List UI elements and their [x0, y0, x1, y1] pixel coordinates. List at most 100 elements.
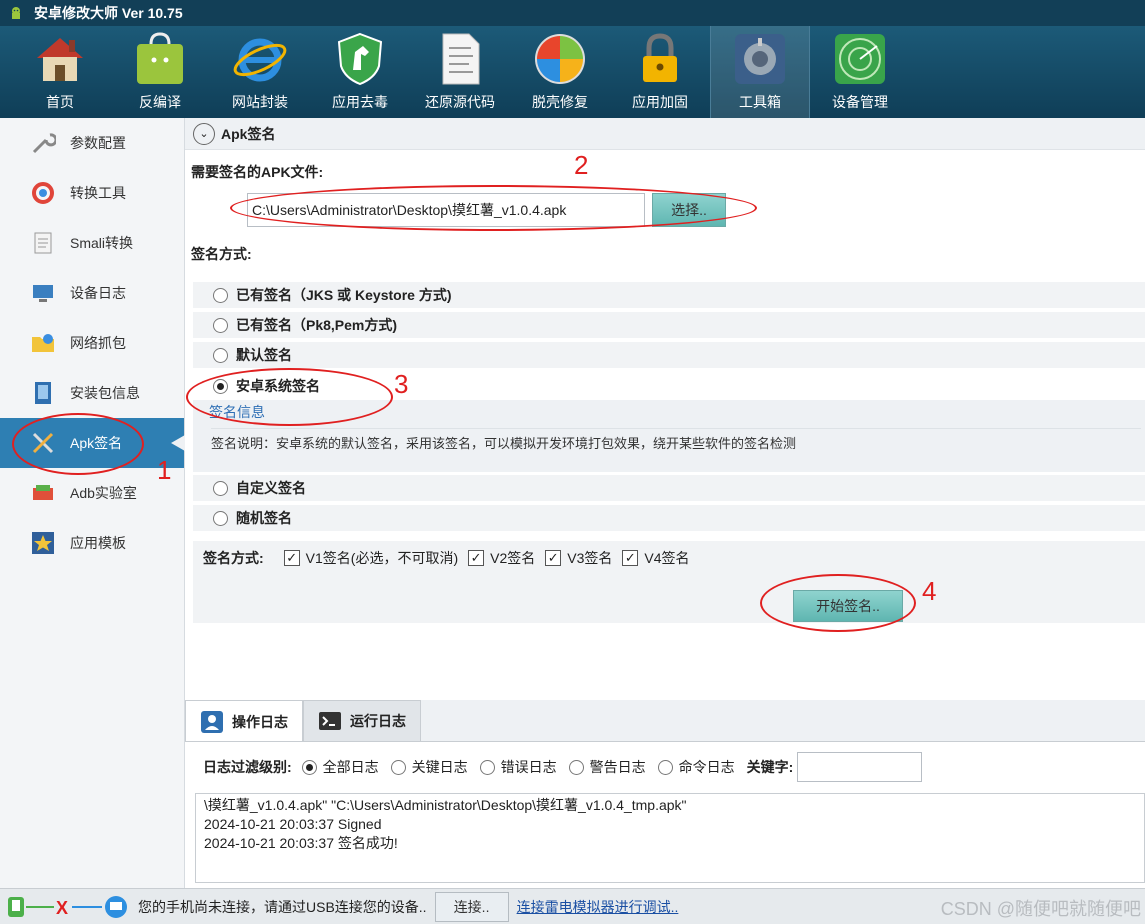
option-system[interactable]: 安卓系统签名 [193, 373, 1145, 399]
toolbar-toolbox[interactable]: 工具箱 [710, 26, 810, 118]
scheme-v4[interactable]: ✓ V4签名 [622, 548, 690, 568]
toolbar-unpack-repair[interactable]: 脱壳修复 [510, 26, 610, 118]
log-filter-row: 日志过滤级别: 全部日志 关键日志 错误日志 警告日志 命令日志 关键字: [203, 752, 923, 782]
toolbar-home-label: 首页 [46, 94, 74, 110]
emulator-link[interactable]: 连接雷电模拟器进行调试.. [517, 897, 679, 917]
check-icon[interactable]: ✓ [283, 550, 300, 566]
tab-run-log[interactable]: 运行日志 [303, 700, 421, 742]
collapse-button[interactable]: ⌄ [193, 122, 215, 145]
scheme-label: 签名方式: [203, 550, 264, 566]
check-icon[interactable]: ✓ [468, 550, 485, 566]
scheme-v1[interactable]: ✓ V1签名(必选，不可取消) [283, 548, 458, 568]
annotation-number-2: 2 [574, 150, 589, 180]
toolbar-harden[interactable]: 应用加固 [610, 26, 710, 118]
option-label: 随机签名 [236, 510, 292, 526]
sidebar-item-label: 安装包信息 [70, 385, 140, 401]
radio-button[interactable] [213, 317, 228, 333]
filter-warning[interactable]: 警告日志 [568, 757, 646, 777]
start-sign-button[interactable]: 开始签名.. [793, 590, 903, 622]
apk-path-input[interactable]: C:\Users\Administrator\Desktop\摸红薯_v1.0.… [247, 193, 645, 227]
sidebar-item-template[interactable]: 应用模板 [0, 518, 184, 568]
toolbar-device-manager[interactable]: 设备管理 [810, 26, 910, 118]
radio-button[interactable] [213, 510, 228, 526]
toolbar-toolbox-label: 工具箱 [739, 94, 781, 110]
radio-button[interactable] [213, 347, 228, 363]
ie-browser-icon [233, 38, 287, 82]
option-pk8[interactable]: 已有签名（Pk8,Pem方式) [193, 312, 1145, 338]
check-icon[interactable]: ✓ [622, 550, 639, 566]
radar-icon [835, 34, 885, 84]
filter-label: 日志过滤级别: [203, 759, 292, 775]
filter-all[interactable]: 全部日志 [301, 757, 379, 777]
sidebar-item-label: 转换工具 [70, 185, 126, 201]
sidebar-item-smali[interactable]: Smali转换 [0, 218, 184, 268]
home-icon [37, 38, 83, 81]
signature-info-title: 签名信息 [209, 404, 265, 420]
tab-label: 操作日志 [232, 713, 288, 730]
option-custom[interactable]: 自定义签名 [193, 475, 1145, 501]
sidebar-item-package-info[interactable]: 安装包信息 [0, 368, 184, 418]
option-label: 已有签名（JKS 或 Keystore 方式) [236, 287, 452, 303]
toolbar-unpack-repair-label: 脱壳修复 [532, 94, 588, 110]
apk-file-label: 需要签名的APK文件: [191, 164, 324, 180]
main-toolbar: 首页 反编译 网站封装 应用去毒 还原源代码 脱壳修复 应用加固 工具箱 设备管… [0, 26, 1145, 118]
radio-button[interactable] [568, 759, 584, 775]
radio-button[interactable] [479, 759, 495, 775]
radio-button[interactable] [390, 759, 406, 775]
option-label: 安卓系统签名 [236, 378, 320, 394]
toolbar-restore-source[interactable]: 还原源代码 [410, 26, 510, 118]
terminal-icon [319, 712, 341, 730]
svg-text:X: X [56, 898, 68, 918]
radio-button-selected[interactable] [301, 759, 317, 775]
convert-ring-icon [32, 182, 54, 204]
watermark: CSDN @随便吧就随便吧 [940, 899, 1141, 919]
sidebar-item-device-log[interactable]: 设备日志 [0, 268, 184, 318]
network-folder-icon [32, 334, 54, 352]
status-bar: X 您的手机尚未连接，请通过USB连接您的设备.. 连接.. 连接雷电模拟器进行… [0, 888, 1145, 924]
toolbar-restore-source-label: 还原源代码 [425, 94, 495, 110]
toolbar-antivirus[interactable]: 应用去毒 [310, 26, 410, 118]
radio-button[interactable] [657, 759, 673, 775]
windows-ball-icon [535, 34, 585, 84]
tab-operation-log[interactable]: 操作日志 [185, 700, 303, 742]
choose-file-button[interactable]: 选择.. [652, 193, 726, 227]
toolbar-antivirus-label: 应用去毒 [332, 94, 388, 110]
option-random[interactable]: 随机签名 [193, 505, 1145, 531]
padlock-icon [643, 33, 677, 82]
filter-key[interactable]: 关键日志 [390, 757, 468, 777]
check-icon[interactable]: ✓ [545, 550, 562, 566]
sidebar-item-label: 网络抓包 [70, 335, 126, 351]
star-template-icon [32, 532, 54, 554]
radio-button-selected[interactable] [213, 378, 228, 394]
toolbar-decompile[interactable]: 反编译 [110, 26, 210, 118]
adb-lab-icon [33, 485, 53, 500]
sidebar-item-label: 设备日志 [70, 285, 126, 301]
section-title: Apk签名 [221, 125, 276, 142]
sidebar-item-convert[interactable]: 转换工具 [0, 168, 184, 218]
toolbar-home[interactable]: 首页 [10, 26, 110, 118]
title-bar: 安卓修改大师 Ver 10.75 [0, 0, 1145, 26]
scheme-v3[interactable]: ✓ V3签名 [545, 548, 612, 568]
filter-option-label: 错误日志 [500, 759, 557, 775]
keyword-input[interactable] [797, 752, 923, 782]
sidebar: 参数配置 转换工具 Smali转换 设备日志 网络抓包 安装包信息 Apk签名 … [0, 118, 185, 888]
option-label: 已有签名（Pk8,Pem方式) [236, 317, 398, 333]
user-log-icon [201, 710, 223, 733]
sidebar-item-label: Apk签名 [70, 435, 123, 451]
log-text-area[interactable]: \摸红薯_v1.0.4.apk" "C:\Users\Administrator… [195, 793, 1145, 883]
option-default[interactable]: 默认签名 [193, 342, 1145, 368]
sidebar-item-label: Adb实验室 [70, 485, 137, 501]
option-jks[interactable]: 已有签名（JKS 或 Keystore 方式) [193, 282, 1145, 308]
scheme-v2[interactable]: ✓ V2签名 [468, 548, 535, 568]
radio-button[interactable] [213, 287, 228, 303]
keyword-label: 关键字: [746, 759, 794, 775]
filter-error[interactable]: 错误日志 [479, 757, 557, 777]
sidebar-item-capture[interactable]: 网络抓包 [0, 318, 184, 368]
filter-command[interactable]: 命令日志 [657, 757, 735, 777]
sidebar-item-params[interactable]: 参数配置 [0, 118, 184, 168]
connection-status-icons: X [6, 894, 130, 920]
radio-button[interactable] [213, 480, 228, 496]
wrench-icon [32, 133, 56, 154]
toolbar-web-wrap[interactable]: 网站封装 [210, 26, 310, 118]
connect-button[interactable]: 连接.. [434, 891, 509, 922]
